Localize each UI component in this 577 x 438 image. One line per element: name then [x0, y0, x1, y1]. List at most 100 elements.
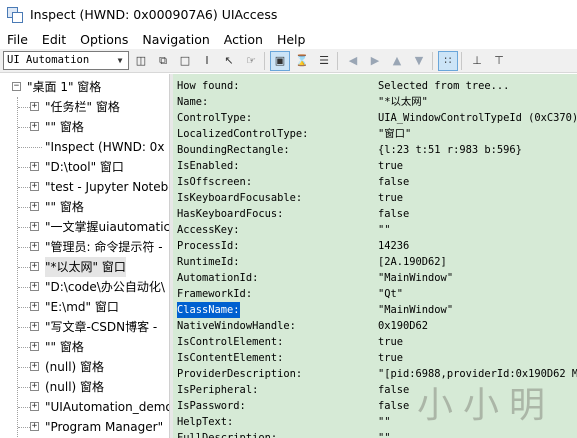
- property-row[interactable]: NativeWindowHandle: 0x190D62: [173, 318, 577, 334]
- tree-item[interactable]: + "*以太网" 窗口: [0, 257, 169, 277]
- tree-item[interactable]: + (null) 窗格: [0, 377, 169, 397]
- tree-item[interactable]: + "D:\tool" 窗口: [0, 157, 169, 177]
- property-name: IsContentElement:: [177, 352, 284, 364]
- property-row[interactable]: AutomationId: "MainWindow": [173, 270, 577, 286]
- expand-icon[interactable]: +: [30, 402, 39, 411]
- chevron-down-icon[interactable]: ▼: [112, 52, 128, 69]
- property-row[interactable]: IsControlElement: true: [173, 334, 577, 350]
- tree-item[interactable]: + "一文掌握uiautomatic: [0, 217, 169, 237]
- menu-edit[interactable]: Edit: [35, 32, 73, 47]
- property-row[interactable]: IsContentElement: true: [173, 350, 577, 366]
- tree-item-label: "Program Manager": [45, 420, 164, 434]
- tree-item[interactable]: + "E:\md" 窗口: [0, 297, 169, 317]
- property-row[interactable]: Name: "*以太网": [173, 94, 577, 110]
- property-row[interactable]: How found: Selected from tree...: [173, 78, 577, 94]
- property-row[interactable]: LocalizedControlType: "窗口": [173, 126, 577, 142]
- tree-connector-line: [18, 207, 30, 208]
- property-value: Selected from tree...: [378, 80, 510, 92]
- expand-icon[interactable]: +: [30, 102, 39, 111]
- property-name: IsKeyboardFocusable:: [177, 192, 303, 204]
- tree-item[interactable]: + "" 窗格: [0, 197, 169, 217]
- property-value: "MainWindow": [378, 304, 454, 316]
- rectangle-highlight-icon[interactable]: ▣: [270, 50, 290, 71]
- property-row[interactable]: BoundingRectangle: {l:23 t:51 r:983 b:596…: [173, 142, 577, 158]
- toolbar-separator: [264, 51, 265, 70]
- property-name: LocalizedControlType:: [177, 128, 309, 140]
- property-value: "": [378, 416, 391, 428]
- list-icon[interactable]: ☰: [314, 51, 334, 71]
- tree-item-label: "一文掌握uiautomatic: [45, 220, 169, 234]
- expand-icon[interactable]: +: [30, 322, 39, 331]
- tree-item[interactable]: + "任务栏" 窗格: [0, 97, 169, 117]
- property-row[interactable]: IsKeyboardFocusable: true: [173, 190, 577, 206]
- tree-item[interactable]: + "UIAutomation_demo: [0, 397, 169, 417]
- property-row[interactable]: IsEnabled: true: [173, 158, 577, 174]
- automation-mode-select[interactable]: UI Automation ▼: [3, 51, 129, 70]
- tree-item[interactable]: + "管理员: 命令提示符 -: [0, 237, 169, 257]
- tree-item[interactable]: + "D:\code\办公自动化\: [0, 277, 169, 297]
- expand-icon[interactable]: +: [30, 362, 39, 371]
- property-value: "": [378, 224, 391, 236]
- property-name: ProcessId:: [177, 240, 240, 252]
- expand-icon[interactable]: +: [30, 282, 39, 291]
- property-row[interactable]: HasKeyboardFocus: false: [173, 206, 577, 222]
- property-value: "": [378, 432, 391, 438]
- title-bar[interactable]: Inspect (HWND: 0x000907A6) UIAccess: [0, 0, 577, 29]
- tree-toggle-icon[interactable]: ∷: [438, 50, 458, 71]
- property-name: Name:: [177, 96, 209, 108]
- tree-child-icon[interactable]: ⊤: [489, 51, 509, 71]
- text-cursor-icon[interactable]: I: [197, 51, 217, 71]
- property-row[interactable]: FullDescription: "": [173, 430, 577, 438]
- tree-item[interactable]: + "Program Manager": [0, 417, 169, 437]
- arrow-right-icon[interactable]: ▶: [365, 51, 385, 71]
- expand-icon[interactable]: +: [30, 122, 39, 131]
- hand-pointer-icon[interactable]: ☞: [241, 51, 261, 71]
- collapse-icon[interactable]: −: [12, 82, 21, 91]
- expand-icon[interactable]: +: [30, 202, 39, 211]
- tree-item-label: (null) 窗格: [45, 380, 105, 394]
- expand-icon[interactable]: +: [30, 162, 39, 171]
- property-row[interactable]: AccessKey: "": [173, 222, 577, 238]
- property-row[interactable]: ControlType: UIA_WindowControlTypeId (0xC…: [173, 110, 577, 126]
- tree-item[interactable]: + "" 窗格: [0, 117, 169, 137]
- tree-item[interactable]: + "写文章-CSDN博客 -: [0, 317, 169, 337]
- expand-icon[interactable]: +: [30, 382, 39, 391]
- property-value: false: [378, 208, 410, 220]
- tree-item[interactable]: "Inspect (HWND: 0x: [0, 137, 169, 157]
- arrow-left-icon[interactable]: ◀: [343, 51, 363, 71]
- property-row[interactable]: ClassName: "MainWindow": [173, 302, 577, 318]
- arrow-up-icon[interactable]: ▲: [387, 51, 407, 71]
- tree-item[interactable]: + "" 窗格: [0, 337, 169, 357]
- expand-icon[interactable]: +: [30, 182, 39, 191]
- hourglass-icon[interactable]: ⌛: [292, 51, 312, 71]
- menu-file[interactable]: File: [0, 32, 35, 47]
- arrow-down-icon[interactable]: ▼: [409, 51, 429, 71]
- property-row[interactable]: ProcessId: 14236: [173, 238, 577, 254]
- copy-icon[interactable]: ⧉: [153, 51, 173, 71]
- property-value: "窗口": [378, 128, 412, 140]
- menu-help[interactable]: Help: [270, 32, 313, 47]
- tree-parent-icon[interactable]: ⊥: [467, 51, 487, 71]
- expand-icon[interactable]: +: [30, 242, 39, 251]
- expand-icon[interactable]: +: [30, 422, 39, 431]
- property-value: "Qt": [378, 288, 404, 300]
- property-name: HelpText:: [177, 416, 234, 428]
- element-tree[interactable]: − "桌面 1" 窗格 + "任务栏" 窗格 + "" 窗格 "Inspect (HWND:…: [0, 74, 169, 438]
- menu-navigation[interactable]: Navigation: [135, 32, 216, 47]
- expand-icon[interactable]: +: [30, 302, 39, 311]
- tree-item[interactable]: + (null) 窗格: [0, 357, 169, 377]
- property-row[interactable]: FrameworkId: "Qt": [173, 286, 577, 302]
- square-icon[interactable]: □: [175, 51, 195, 71]
- tree-view-icon[interactable]: ◫: [131, 51, 151, 71]
- expand-icon[interactable]: +: [30, 262, 39, 271]
- menu-action[interactable]: Action: [217, 32, 270, 47]
- menu-options[interactable]: Options: [73, 32, 135, 47]
- property-name: IsPassword:: [177, 400, 246, 412]
- expand-icon[interactable]: +: [30, 222, 39, 231]
- property-row[interactable]: RuntimeId: [2A.190D62]: [173, 254, 577, 270]
- property-row[interactable]: IsOffscreen: false: [173, 174, 577, 190]
- pointer-icon[interactable]: ↖: [219, 51, 239, 71]
- tree-item[interactable]: − "桌面 1" 窗格: [0, 77, 169, 97]
- expand-icon[interactable]: +: [30, 342, 39, 351]
- tree-item[interactable]: + "test - Jupyter Notebo: [0, 177, 169, 197]
